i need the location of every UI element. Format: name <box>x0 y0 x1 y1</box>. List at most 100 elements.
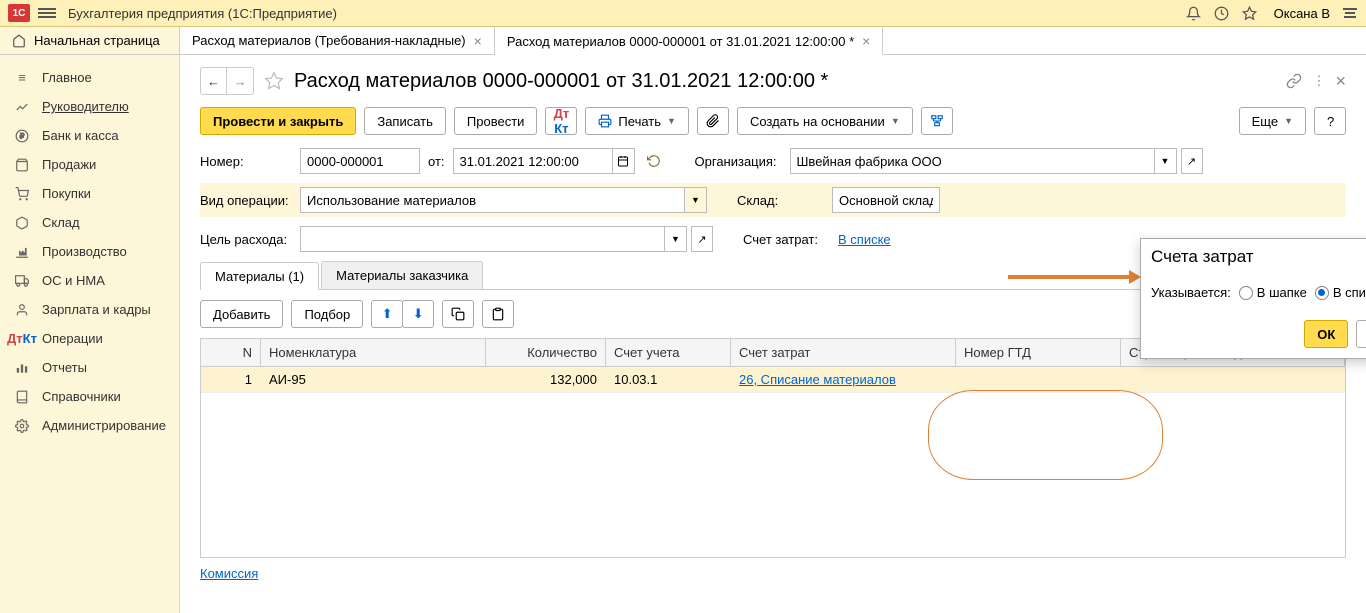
link-icon[interactable] <box>1286 73 1302 89</box>
history-icon[interactable] <box>1214 5 1230 21</box>
purpose-label: Цель расхода: <box>200 232 300 247</box>
dtkt-button[interactable]: ДтКт <box>545 107 577 135</box>
sidebar-item-catalogs[interactable]: Справочники <box>0 382 179 411</box>
book-icon <box>12 390 32 404</box>
bell-icon[interactable] <box>1186 5 1202 21</box>
calendar-icon[interactable] <box>613 148 635 174</box>
popup-field-label: Указывается: <box>1151 285 1231 300</box>
pick-button[interactable]: Подбор <box>291 300 363 328</box>
svg-text:₽: ₽ <box>20 131 25 140</box>
panel-icon[interactable] <box>1342 5 1358 21</box>
attach-button[interactable] <box>697 107 729 135</box>
warehouse-input[interactable] <box>832 187 940 213</box>
tab-customer-materials[interactable]: Материалы заказчика <box>321 261 483 289</box>
create-based-button[interactable]: Создать на основании▼ <box>737 107 913 135</box>
dropdown-icon[interactable]: ▼ <box>665 226 687 252</box>
sidebar-item-operations[interactable]: ДтКтОперации <box>0 324 179 353</box>
sidebar-item-assets[interactable]: ОС и НМА <box>0 266 179 295</box>
cell-gtd[interactable] <box>956 367 1121 392</box>
sidebar-item-manager[interactable]: Руководителю <box>0 92 179 121</box>
move-down-button[interactable]: ⬇ <box>402 300 434 328</box>
cell-quantity[interactable]: 132,000 <box>486 367 606 392</box>
tab-document-label: Расход материалов 0000-000001 от 31.01.2… <box>507 34 854 49</box>
purpose-input[interactable] <box>300 226 665 252</box>
sidebar-item-purchases[interactable]: Покупки <box>0 179 179 208</box>
sidebar-item-main[interactable]: ≡Главное <box>0 63 179 92</box>
chart-icon <box>12 100 32 114</box>
sidebar-item-sales[interactable]: Продажи <box>0 150 179 179</box>
move-up-button[interactable]: ⬆ <box>371 300 403 328</box>
annotation-arrow <box>1008 275 1133 279</box>
cell-account[interactable]: 10.03.1 <box>606 367 731 392</box>
optype-input[interactable] <box>300 187 685 213</box>
sidebar-item-bank[interactable]: ₽Банк и касса <box>0 121 179 150</box>
dropdown-icon[interactable]: ▼ <box>685 187 707 213</box>
paste-button[interactable] <box>482 300 514 328</box>
optype-label: Вид операции: <box>200 193 300 208</box>
print-button[interactable]: Печать▼ <box>585 107 689 135</box>
nav-buttons: ← → <box>200 67 254 95</box>
factory-icon <box>12 245 32 259</box>
popup-title: Счета затрат <box>1151 247 1366 267</box>
nav-back-button[interactable]: ← <box>201 68 227 94</box>
popup-ok-button[interactable]: ОК <box>1304 320 1348 348</box>
th-account[interactable]: Счет учета <box>606 339 731 366</box>
post-button[interactable]: Провести <box>454 107 538 135</box>
sidebar-item-admin[interactable]: Администрирование <box>0 411 179 440</box>
add-row-button[interactable]: Добавить <box>200 300 283 328</box>
document-toolbar: Провести и закрыть Записать Провести ДтК… <box>200 107 1346 135</box>
cell-nomenclature[interactable]: АИ-95 <box>261 367 486 392</box>
popup-cancel-button[interactable]: Отмена <box>1356 320 1366 348</box>
close-document-button[interactable]: × <box>1335 71 1346 92</box>
cell-n[interactable]: 1 <box>201 367 261 392</box>
date-input[interactable] <box>453 148 613 174</box>
refresh-icon[interactable] <box>643 148 665 174</box>
copy-button[interactable] <box>442 300 474 328</box>
star-icon[interactable] <box>1242 5 1258 21</box>
sidebar-item-warehouse[interactable]: Склад <box>0 208 179 237</box>
nav-forward-button[interactable]: → <box>227 68 253 94</box>
sidebar-item-reports[interactable]: Отчеты <box>0 353 179 382</box>
from-label: от: <box>428 154 445 169</box>
favorite-star-icon[interactable] <box>264 71 284 91</box>
tab-close-icon[interactable]: × <box>474 33 482 49</box>
radio-icon <box>1239 286 1253 300</box>
dropdown-icon[interactable]: ▼ <box>1155 148 1177 174</box>
sidebar-item-salary[interactable]: Зарплата и кадры <box>0 295 179 324</box>
sidebar-item-production[interactable]: Производство <box>0 237 179 266</box>
radio-in-list[interactable]: В списке <box>1315 285 1366 300</box>
tab-list[interactable]: Расход материалов (Требования-накладные)… <box>180 27 495 54</box>
number-input[interactable] <box>300 148 420 174</box>
user-name[interactable]: Оксана В <box>1274 6 1330 21</box>
radio-icon <box>1315 286 1329 300</box>
th-gtd[interactable]: Номер ГТД <box>956 339 1121 366</box>
org-label: Организация: <box>695 154 790 169</box>
th-n[interactable]: N <box>201 339 261 366</box>
table-row[interactable]: 1 АИ-95 132,000 10.03.1 26, Списание мат… <box>201 367 1345 393</box>
open-icon[interactable]: ↗ <box>691 226 713 252</box>
save-button[interactable]: Записать <box>364 107 446 135</box>
commission-link[interactable]: Комиссия <box>200 566 258 581</box>
tab-document[interactable]: Расход материалов 0000-000001 от 31.01.2… <box>495 28 883 55</box>
person-icon <box>12 303 32 317</box>
cell-cost-account[interactable]: 26, Списание материалов <box>731 367 956 392</box>
structure-button[interactable] <box>921 107 953 135</box>
cell-country[interactable] <box>1121 367 1345 392</box>
tab-close-icon[interactable]: × <box>862 33 870 49</box>
more-button[interactable]: Еще▼ <box>1239 107 1306 135</box>
th-cost-account[interactable]: Счет затрат <box>731 339 956 366</box>
org-input[interactable] <box>790 148 1155 174</box>
list-icon: ≡ <box>12 70 32 85</box>
costacc-link[interactable]: В списке <box>838 232 891 247</box>
radio-in-header[interactable]: В шапке <box>1239 285 1307 300</box>
open-icon[interactable]: ↗ <box>1181 148 1203 174</box>
th-nomenclature[interactable]: Номенклатура <box>261 339 486 366</box>
hamburger-icon[interactable] <box>38 8 56 18</box>
kebab-icon[interactable]: ⋮ <box>1312 73 1325 89</box>
tab-materials[interactable]: Материалы (1) <box>200 262 319 290</box>
home-tab[interactable]: Начальная страница <box>0 27 180 54</box>
post-and-close-button[interactable]: Провести и закрыть <box>200 107 356 135</box>
help-button[interactable]: ? <box>1314 107 1346 135</box>
costacc-label: Счет затрат: <box>743 232 838 247</box>
th-quantity[interactable]: Количество <box>486 339 606 366</box>
